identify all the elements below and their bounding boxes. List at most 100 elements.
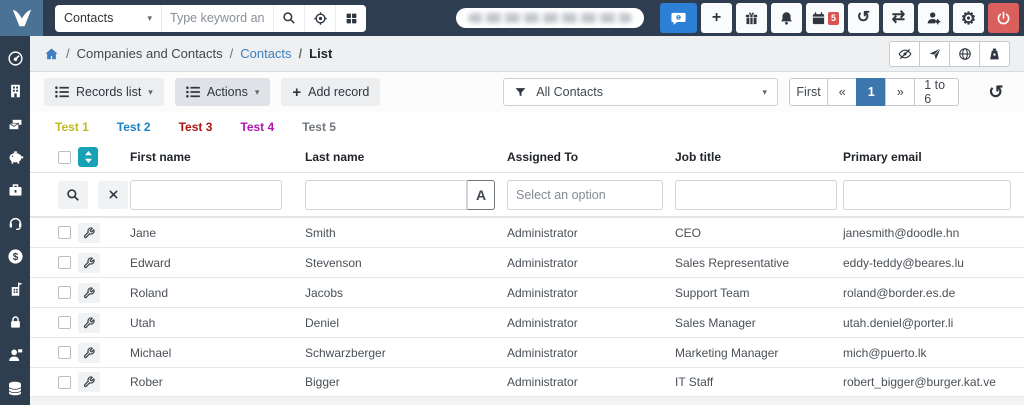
cell-job-title: Sales Manager [675,315,756,330]
cell-job-title: Sales Representative [675,255,790,270]
pagination-first-button[interactable]: First [788,78,829,106]
row-checkbox[interactable] [58,256,71,269]
row-checkbox[interactable] [58,346,71,359]
assigned-to-search-select[interactable] [507,179,663,210]
portal-button[interactable] [979,40,1010,67]
home-icon[interactable] [44,47,59,61]
column-header-first-name[interactable]: First name [130,150,305,164]
list-toolbar: Records list ▾ Actions ▾ + Add record Al… [30,72,1024,112]
sidebar-item-support[interactable] [6,214,24,232]
sidebar-item-campaigns[interactable] [6,115,24,133]
top-navbar: Contacts ▾ + [0,0,1024,36]
pagination-current-page[interactable]: 1 [856,78,887,106]
row-settings-button[interactable] [78,312,100,333]
sidebar-item-companies[interactable] [6,82,24,100]
sidebar-item-finance[interactable]: $ [6,247,24,265]
cell-primary-email: eddy-teddy@beares.lu [843,255,964,270]
hide-view-button[interactable] [889,40,920,67]
tab-test-1[interactable]: Test 1 [55,120,89,134]
cell-primary-email: mich@puerto.lk [843,345,927,360]
add-record-button[interactable]: + Add record [281,78,381,106]
column-header-last-name[interactable]: Last name [305,150,507,164]
web-button[interactable] [949,40,980,67]
pagination-prev-button[interactable]: « [827,78,858,106]
wrench-icon [83,376,95,388]
pagination-next-button[interactable]: » [885,78,916,106]
sidebar-item-inventory[interactable] [6,280,24,298]
row-checkbox[interactable] [58,316,71,329]
row-settings-button[interactable] [78,282,100,303]
wrench-icon [83,256,95,269]
history-button[interactable]: ↺ [848,3,879,33]
quick-create-button[interactable]: + [701,3,732,33]
cell-job-title: IT Staff [675,375,714,389]
logout-button[interactable] [988,3,1019,33]
clear-search-button[interactable] [98,180,128,209]
tab-test-4[interactable]: Test 4 [240,120,274,134]
row-settings-button[interactable] [78,372,100,392]
column-header-assigned-to[interactable]: Assigned To [507,150,675,164]
notifications-button[interactable] [771,3,802,33]
actions-button[interactable]: Actions ▾ [174,78,271,106]
list-filter-select[interactable]: All Contacts ▾ [503,78,778,106]
column-header-job-title[interactable]: Job title [675,150,843,164]
row-checkbox[interactable] [58,375,71,389]
cell-assigned-to: Administrator [507,315,578,330]
sidebar-item-hr[interactable] [6,346,24,364]
refresh-icon: ↺ [988,81,1004,102]
search-button[interactable] [273,4,304,32]
calendar-icon [811,11,826,26]
breadcrumb-item-module[interactable]: Contacts [240,46,291,61]
select-all-checkbox[interactable] [58,150,71,164]
table-row: Michael Schwarzberger Administrator Marketi… [30,337,1024,367]
advanced-search-button[interactable] [304,4,335,32]
row-settings-button[interactable] [78,222,100,243]
refresh-button[interactable]: ↺ [982,78,1010,106]
swap-arrows-icon: ⇄ [891,9,906,26]
first-name-search-input[interactable] [130,179,282,210]
sidebar-item-projects[interactable] [6,181,24,199]
cell-job-title: Marketing Manager [675,345,779,360]
breadcrumb-action-group [889,40,1010,67]
column-header-primary-email[interactable]: Primary email [843,150,1010,164]
apply-search-button[interactable] [58,180,88,209]
database-icon [7,380,23,397]
search-input[interactable] [161,4,273,32]
primary-email-search-input[interactable] [843,179,1011,210]
funnel-icon [514,86,527,99]
row-settings-button[interactable] [78,342,100,363]
sidebar-item-storage[interactable] [6,379,24,397]
send-button[interactable] [919,40,950,67]
row-checkbox[interactable] [58,226,71,239]
last-name-search-input[interactable] [305,179,467,210]
chat-button[interactable] [660,3,697,33]
tab-test-3[interactable]: Test 3 [179,120,213,134]
gifts-button[interactable] [736,3,767,33]
breadcrumb-separator: / [229,46,234,61]
records-list-button[interactable]: Records list ▾ [44,78,164,106]
settings-button[interactable]: ⚙ [953,3,984,33]
calendar-button[interactable]: 5 [806,3,844,33]
tab-test-2[interactable]: Test 2 [117,120,151,134]
sidebar-item-dashboard[interactable] [6,49,24,67]
chevron-down-icon: ▾ [254,86,260,97]
tab-test-5[interactable]: Test 5 [302,120,336,134]
history-icon: ↺ [856,9,871,26]
app-logo[interactable] [0,0,43,36]
sidebar-item-security[interactable] [6,313,24,331]
switch-button[interactable]: ⇄ [883,3,914,33]
gear-icon: ⚙ [960,8,977,28]
global-search-group: Contacts ▾ [55,4,366,32]
row-checkbox[interactable] [58,286,71,299]
alphabet-search-button[interactable]: A [467,179,495,210]
module-selector[interactable]: Contacts ▾ [55,5,161,32]
breadcrumb-item-app[interactable]: Companies and Contacts [77,46,223,61]
user-preferences-button[interactable] [918,3,949,33]
row-settings-button[interactable] [78,252,100,273]
cell-last-name: Schwarzberger [305,345,386,360]
apps-menu-button[interactable] [335,4,366,32]
sidebar-item-sales[interactable] [6,148,24,166]
cell-job-title: Support Team [675,285,750,300]
column-settings-button[interactable] [78,147,98,167]
job-title-search-input[interactable] [675,179,837,210]
